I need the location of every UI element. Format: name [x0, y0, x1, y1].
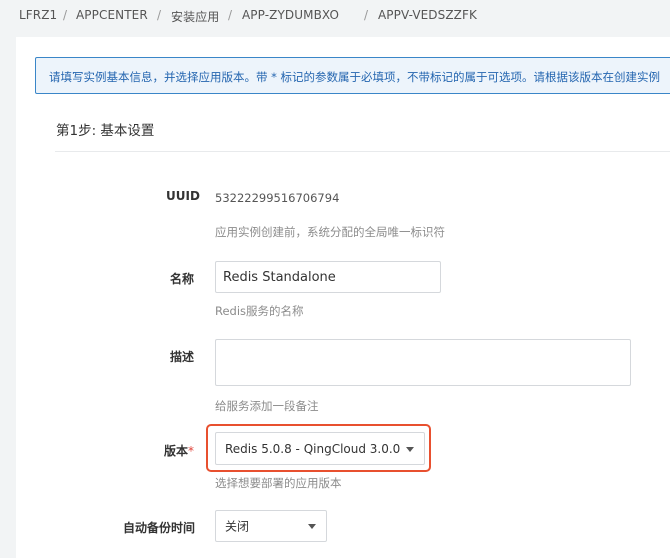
- breadcrumb-separator: /: [157, 8, 162, 22]
- version-label-text: 版本: [164, 444, 189, 458]
- backup-label: 自动备份时间: [123, 521, 196, 535]
- description-textarea[interactable]: [215, 339, 631, 386]
- main-panel: [16, 37, 670, 558]
- name-hint: Redis服务的名称: [215, 304, 304, 318]
- uuid-value: 53222299516706794: [215, 191, 340, 205]
- breadcrumb-separator: /: [63, 8, 68, 22]
- breadcrumb-item-install-app[interactable]: 安装应用: [171, 8, 219, 25]
- backup-select[interactable]: 关闭: [215, 510, 327, 542]
- description-hint: 给服务添加一段备注: [215, 399, 319, 413]
- uuid-label: UUID: [166, 189, 200, 203]
- step-title: 第1步: 基本设置: [56, 123, 155, 139]
- uuid-hint: 应用实例创建前，系统分配的全局唯一标识符: [215, 225, 445, 239]
- breadcrumb: LFRZ1 / APPCENTER / 安装应用 / APP-ZYDUMBXO …: [0, 0, 670, 33]
- required-mark: *: [188, 444, 195, 458]
- chevron-down-icon: [308, 524, 316, 529]
- breadcrumb-item-zone[interactable]: LFRZ1: [19, 8, 57, 22]
- info-notice: 请填写实例基本信息，并选择应用版本。带 * 标记的参数属于必填项，不带标记的属于…: [35, 57, 670, 94]
- divider: [55, 151, 670, 152]
- version-label: 版本*: [164, 442, 194, 459]
- notice-text: 请填写实例基本信息，并选择应用版本。带 * 标记的参数属于必填项，不带标记的属于…: [49, 70, 661, 84]
- backup-select-value: 关闭: [225, 519, 250, 534]
- breadcrumb-item-appcenter[interactable]: APPCENTER: [76, 8, 148, 22]
- name-label: 名称: [170, 272, 195, 286]
- breadcrumb-item-app[interactable]: APP-ZYDUMBXO: [242, 8, 339, 22]
- breadcrumb-separator: /: [364, 8, 369, 22]
- description-label: 描述: [170, 350, 195, 364]
- highlight-box: [206, 424, 431, 472]
- name-input[interactable]: [215, 261, 441, 293]
- version-hint: 选择想要部署的应用版本: [215, 476, 342, 490]
- breadcrumb-separator: /: [228, 8, 233, 22]
- breadcrumb-item-app-version: APPV-VEDSZZFK: [378, 8, 477, 22]
